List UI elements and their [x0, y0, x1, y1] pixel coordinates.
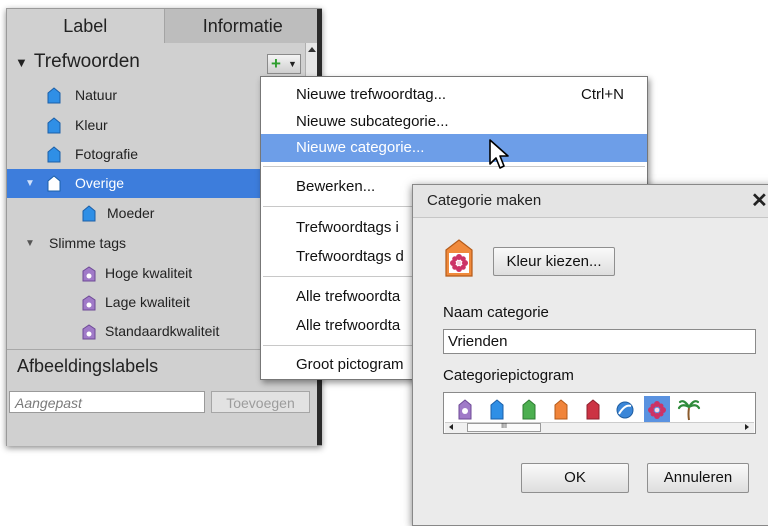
expand-triangle-icon[interactable]: ▼ — [25, 229, 35, 258]
tag-icon — [47, 175, 61, 192]
scroll-right-arrow-icon[interactable] — [745, 424, 749, 430]
scroll-up-arrow-icon[interactable] — [308, 47, 316, 52]
plus-icon: + — [271, 54, 281, 73]
menu-item-label: Alle trefwoordta — [296, 288, 401, 305]
category-name-input[interactable]: Vrienden — [443, 329, 756, 354]
palm-tree-option-icon[interactable] — [676, 396, 702, 422]
menu-separator — [263, 166, 645, 167]
menu-item-new-subcategory[interactable]: Nieuwe subcategorie... — [261, 108, 647, 136]
menu-item-label: Bewerken... — [296, 178, 376, 195]
tag-icon — [47, 87, 61, 104]
tree-item-label: Lage kwaliteit — [105, 294, 190, 310]
mouse-cursor-icon — [489, 139, 509, 169]
add-label-button[interactable]: Toevoegen — [211, 391, 310, 413]
keywords-header-label: Trefwoorden — [33, 51, 140, 72]
flower-option-icon[interactable] — [644, 396, 670, 422]
menu-item-new-keyword-tag[interactable]: Nieuwe trefwoordtag... Ctrl+N — [261, 81, 647, 109]
menu-item-shortcut: Ctrl+N — [581, 86, 624, 103]
tree-item-label: Slimme tags — [49, 235, 127, 251]
category-icon-label: Categoriepictogram — [443, 367, 574, 384]
tree-item-label: Overige — [75, 175, 125, 191]
close-icon[interactable]: ✕ — [751, 185, 768, 217]
scroll-left-arrow-icon[interactable] — [449, 424, 453, 430]
orange-tag-option-icon[interactable] — [548, 396, 574, 422]
tree-item-label: Natuur — [75, 87, 118, 103]
menu-item-label: Groot pictogram — [296, 356, 404, 373]
icon-picker-scrollbar[interactable]: III — [445, 422, 754, 433]
tree-item-label: Moeder — [107, 205, 155, 221]
custom-label-input[interactable]: Aangepast — [9, 391, 205, 413]
tree-item-label: Fotografie — [75, 146, 139, 162]
cancel-button[interactable]: Annuleren — [647, 463, 749, 493]
tag-icon — [47, 146, 61, 163]
ok-button[interactable]: OK — [521, 463, 629, 493]
scroll-thumb[interactable]: III — [467, 423, 541, 432]
menu-item-label: Nieuwe trefwoordtag... — [296, 86, 447, 103]
menu-item-label: Nieuwe categorie... — [296, 139, 425, 156]
panel-tabs: Label Informatie — [7, 9, 321, 43]
dialog-titlebar: Categorie maken ✕ — [413, 185, 768, 218]
dialog-title: Categorie maken — [427, 192, 542, 209]
category-icon-picker: III — [443, 392, 756, 434]
blue-tag-option-icon[interactable] — [484, 396, 510, 422]
ball-option-icon[interactable] — [612, 396, 638, 422]
expand-triangle-icon[interactable]: ▼ — [15, 55, 28, 70]
tab-label[interactable]: Label — [7, 9, 164, 43]
chevron-down-icon: ▼ — [288, 59, 297, 69]
smart-tag-icon — [82, 295, 96, 311]
create-category-dialog: Categorie maken ✕ Kleur kiezen... Naam c… — [412, 184, 768, 526]
keywords-header[interactable]: ▼ Trefwoorden — [7, 47, 140, 77]
add-keyword-button[interactable]: + ▼ — [267, 54, 301, 74]
category-name-label: Naam categorie — [443, 304, 549, 321]
menu-item-label: Nieuwe subcategorie... — [296, 113, 449, 130]
tree-item-label: Kleur — [75, 117, 108, 133]
menu-item-label: Alle trefwoordta — [296, 317, 401, 334]
smart-tag-option-icon[interactable] — [452, 396, 478, 422]
green-tag-option-icon[interactable] — [516, 396, 542, 422]
menu-item-label: Trefwoordtags i — [296, 219, 399, 236]
smart-tag-icon — [82, 266, 96, 282]
tab-informatie[interactable]: Informatie — [163, 9, 321, 43]
menu-item-label: Trefwoordtags d — [296, 248, 404, 265]
choose-color-button[interactable]: Kleur kiezen... — [493, 247, 615, 276]
image-labels-title: Afbeeldingslabels — [17, 356, 159, 376]
tree-item-label: Hoge kwaliteit — [105, 265, 193, 281]
expand-triangle-icon[interactable]: ▼ — [25, 169, 35, 198]
tree-item-label: Standaardkwaliteit — [105, 323, 220, 339]
tag-icon — [47, 117, 61, 134]
smart-tag-icon — [82, 324, 96, 340]
tag-icon — [82, 205, 96, 222]
red-tag-option-icon[interactable] — [580, 396, 606, 422]
menu-item-new-category[interactable]: Nieuwe categorie... — [261, 134, 647, 162]
category-preview-icon — [445, 239, 473, 277]
